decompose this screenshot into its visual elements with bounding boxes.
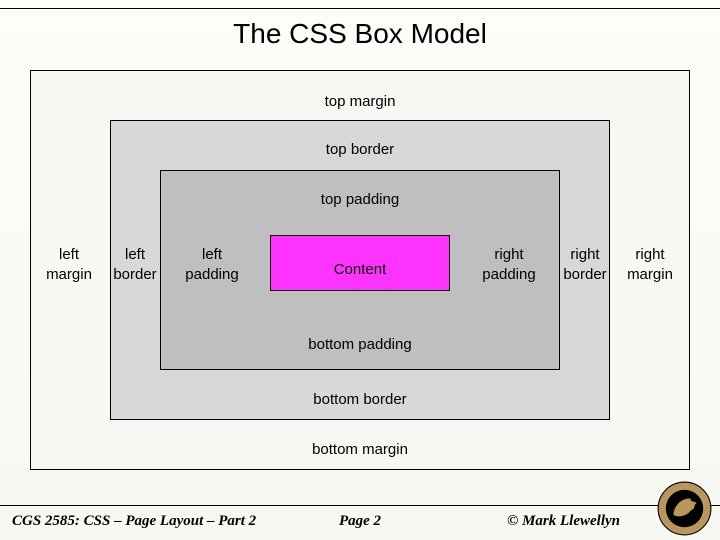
label-bottom-margin: bottom margin [30, 440, 690, 460]
slide-footer: CGS 2585: CSS – Page Layout – Part 2 Pag… [0, 513, 720, 535]
label-top-padding: top padding [160, 190, 560, 210]
box-model-diagram: top margin top border top padding left m… [30, 70, 690, 470]
footer-copyright: © Mark Llewellyn [507, 513, 620, 530]
ucf-pegasus-logo-icon [657, 481, 712, 536]
label-left-border: left border [112, 245, 158, 284]
label-bottom-padding: bottom padding [160, 335, 560, 355]
label-top-border: top border [110, 140, 610, 160]
top-rule [0, 8, 720, 9]
bottom-rule [0, 505, 720, 506]
slide-title: The CSS Box Model [0, 18, 720, 50]
label-content: Content [270, 260, 450, 280]
label-right-margin: right margin [612, 245, 688, 284]
label-right-border: right border [562, 245, 608, 284]
label-left-margin: left margin [30, 245, 108, 284]
label-top-margin: top margin [30, 92, 690, 112]
label-bottom-border: bottom border [110, 390, 610, 410]
label-right-padding: right padding [460, 245, 558, 284]
label-left-padding: left padding [162, 245, 262, 284]
